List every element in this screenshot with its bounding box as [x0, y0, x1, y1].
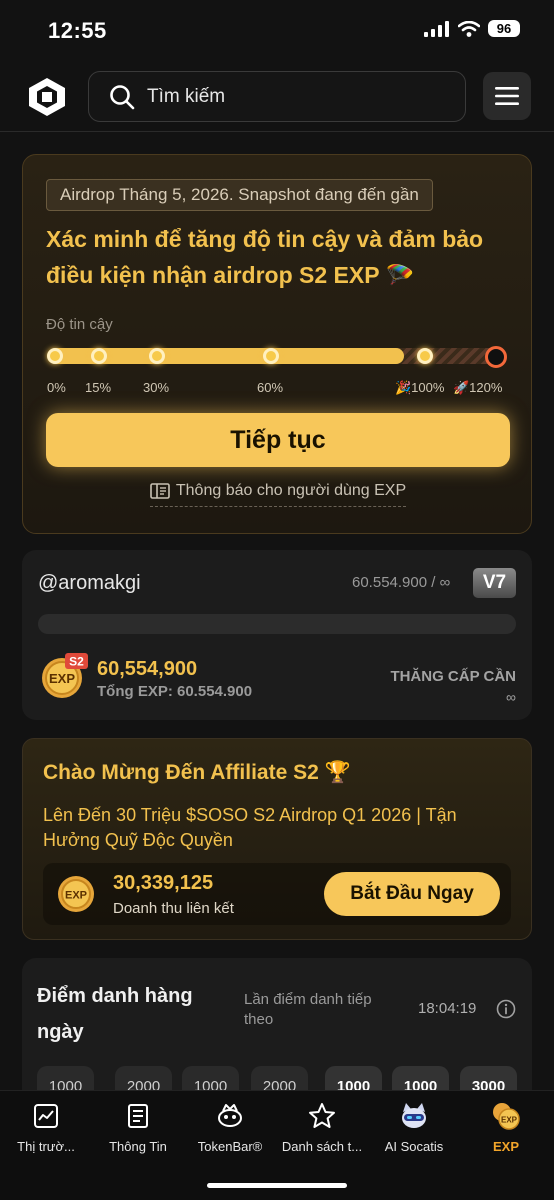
affiliate-card: Chào Mừng Đến Affiliate S2 🏆 Lên Đến 30 … — [22, 738, 532, 940]
tab-label: Thông Tin — [109, 1139, 167, 1154]
tab-exp[interactable]: EXP EXP — [460, 1099, 552, 1154]
tab-label: EXP — [492, 1139, 519, 1154]
tab-ai-socatis[interactable]: AI Socatis — [368, 1099, 460, 1154]
search-input[interactable]: Tìm kiếm — [88, 71, 466, 122]
exp-amount: 60,554,900 — [97, 658, 198, 680]
wifi-icon — [458, 20, 480, 37]
news-icon — [128, 1104, 148, 1128]
tab-news[interactable]: Thông Tin — [92, 1099, 184, 1154]
tab-exp-coin-text: EXP — [501, 1116, 518, 1125]
milestone-label: 🚀120% — [453, 380, 503, 395]
signal-icon — [424, 20, 449, 37]
tab-market[interactable]: Thị trườ... — [0, 1099, 92, 1154]
user-exp-card: @aromakgi 60.554.900 / ∞ V7 EXP S2 60,55… — [22, 550, 532, 720]
affiliate-revenue-panel: EXP 30,339,125 Doanh thu liên kết Bắt Đầ… — [43, 863, 511, 925]
airdrop-snapshot-chip: Airdrop Tháng 5, 2026. Snapshot đang đến… — [46, 179, 433, 211]
affiliate-revenue-amount: 30,339,125 — [113, 872, 214, 894]
milestone-label: 15% — [85, 380, 112, 395]
tab-label: TokenBar® — [197, 1139, 263, 1154]
tab-label: AI Socatis — [384, 1139, 444, 1154]
exp-notice-label: Thông báo cho người dùng EXP — [175, 482, 407, 499]
tokenbar-icon — [218, 1104, 242, 1127]
menu-button[interactable] — [483, 72, 531, 120]
level-progress-bar — [38, 614, 516, 634]
vip-level-badge: V7 — [473, 568, 516, 598]
milestone-label: 0% — [47, 380, 66, 395]
trust-label: Độ tin cậy — [46, 316, 113, 333]
tab-tokenbar[interactable]: TokenBar® — [184, 1099, 276, 1154]
ai-cat-icon — [402, 1103, 426, 1128]
info-icon[interactable] — [496, 999, 516, 1019]
battery-indicator: 96 — [488, 20, 520, 37]
milestone-label: 60% — [257, 380, 284, 395]
notice-book-icon — [150, 483, 170, 499]
milestone-dot-120 — [485, 346, 507, 368]
search-icon — [110, 84, 135, 109]
affiliate-title: Chào Mừng Đến Affiliate S2 🏆 — [43, 761, 351, 784]
milestone-dot-30 — [149, 348, 165, 364]
continue-button[interactable]: Tiếp tục — [46, 413, 510, 467]
search-placeholder: Tìm kiếm — [147, 85, 226, 107]
exp-ratio: 60.554.900 / ∞ — [352, 574, 451, 591]
tab-label: Danh sách t... — [281, 1139, 363, 1154]
exp-notice-link[interactable]: Thông báo cho người dùng EXP — [149, 482, 407, 507]
aff-coin-text: EXP — [65, 890, 87, 902]
exp-coin-text: EXP — [49, 671, 75, 686]
tab-label: Thị trườ... — [17, 1139, 75, 1154]
tab-watchlist[interactable]: Danh sách t... — [276, 1099, 368, 1154]
status-bar: 12:55 96 — [0, 0, 554, 62]
milestone-dot-15 — [91, 348, 107, 364]
milestone-dot-60 — [263, 348, 279, 364]
checkin-title: Điểm danh hàng ngày — [37, 985, 193, 1043]
exp-coin-icon: EXP S2 — [42, 653, 88, 698]
sosovalue-logo-icon[interactable] — [26, 76, 68, 118]
username: @aromakgi — [38, 572, 141, 594]
milestone-dot-0 — [47, 348, 63, 364]
app-header: Tìm kiếm — [0, 62, 554, 132]
exp-total: Tổng EXP: 60.554.900 — [97, 683, 253, 700]
milestone-label: 🎉100% — [395, 380, 445, 395]
market-chart-icon — [34, 1104, 58, 1128]
star-icon — [309, 1103, 335, 1128]
milestone-dot-100 — [417, 348, 433, 364]
exp-icon: EXP — [493, 1103, 520, 1130]
upgrade-required-label: THĂNG CẤP CẦN — [390, 668, 516, 685]
home-indicator — [207, 1183, 347, 1188]
start-now-button[interactable]: Bắt Đầu Ngay — [324, 872, 500, 916]
checkin-countdown: 18:04:19 — [418, 1000, 477, 1017]
upgrade-required-value: ∞ — [506, 689, 516, 705]
exp-notice-link-wrapper: Thông báo cho người dùng EXP — [23, 482, 533, 507]
status-time: 12:55 — [48, 18, 107, 43]
airdrop-card: Airdrop Tháng 5, 2026. Snapshot đang đến… — [22, 154, 532, 534]
status-icons: 96 — [424, 20, 520, 37]
affiliate-description: Lên Đến 30 Triệu $SOSO S2 Airdrop Q1 202… — [43, 805, 457, 850]
milestone-label: 30% — [143, 380, 170, 395]
airdrop-title: Xác minh để tăng độ tin cậy và đảm bảo đ… — [46, 226, 484, 288]
exp-coin-icon: EXP — [58, 876, 94, 912]
daily-checkin-card: Điểm danh hàng ngày Lần điểm danh tiếp t… — [22, 958, 532, 1108]
hamburger-menu-icon — [495, 87, 519, 105]
season-badge: S2 — [69, 655, 84, 669]
next-checkin-label: Lần điểm danh tiếp theo — [244, 991, 372, 1028]
affiliate-revenue-label: Doanh thu liên kết — [113, 900, 234, 917]
